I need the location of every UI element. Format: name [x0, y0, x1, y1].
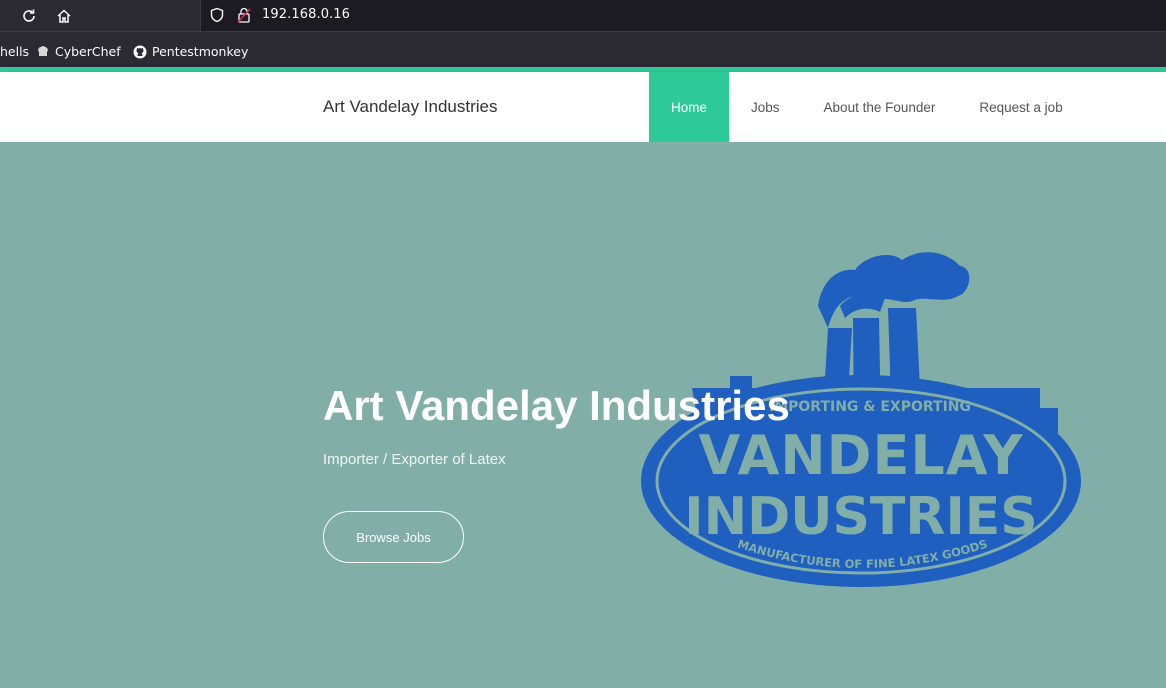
bookmark-pentestmonkey[interactable]: Pentestmonkey [133, 44, 248, 59]
browser-toolbar: 192.168.0.16 [0, 0, 1166, 31]
hero-title: Art Vandelay Industries [323, 382, 790, 429]
bookmark-label: hells [0, 44, 30, 59]
reload-icon[interactable] [17, 4, 41, 28]
chef-hat-icon [38, 45, 48, 56]
url-text[interactable]: 192.168.0.16 [262, 7, 350, 22]
github-icon [133, 45, 147, 58]
bookmark-label: Pentestmonkey [152, 44, 249, 59]
logo-line1: VANDELAY [699, 424, 1024, 487]
main-nav: Home Jobs About the Founder Request a jo… [649, 72, 1085, 142]
nav-jobs[interactable]: Jobs [729, 72, 802, 142]
site-brand[interactable]: Art Vandelay Industries [323, 97, 498, 117]
bookmark-cyberchef[interactable]: CyberChef [36, 44, 121, 59]
bookmark-label: CyberChef [55, 44, 121, 59]
home-icon[interactable] [52, 4, 76, 28]
hero-section: IMPORTING & EXPORTING VANDELAY INDUSTRIE… [0, 142, 1166, 688]
hero-subtitle: Importer / Exporter of Latex [323, 451, 506, 468]
logo-top-text: IMPORTING & EXPORTING [769, 399, 971, 415]
nav-about-founder[interactable]: About the Founder [802, 72, 958, 142]
bookmarks-bar: hells CyberChef Pentestmonkey [0, 31, 1166, 68]
insecure-lock-icon[interactable] [237, 7, 251, 23]
site-header: Art Vandelay Industries Home Jobs About … [0, 72, 1166, 142]
browse-jobs-button[interactable]: Browse Jobs [323, 511, 464, 563]
nav-home[interactable]: Home [649, 72, 730, 142]
nav-request-job[interactable]: Request a job [957, 72, 1084, 142]
url-bar[interactable]: 192.168.0.16 [200, 0, 1166, 31]
shield-icon[interactable] [209, 7, 225, 23]
bookmark-shells[interactable]: hells [0, 44, 29, 59]
